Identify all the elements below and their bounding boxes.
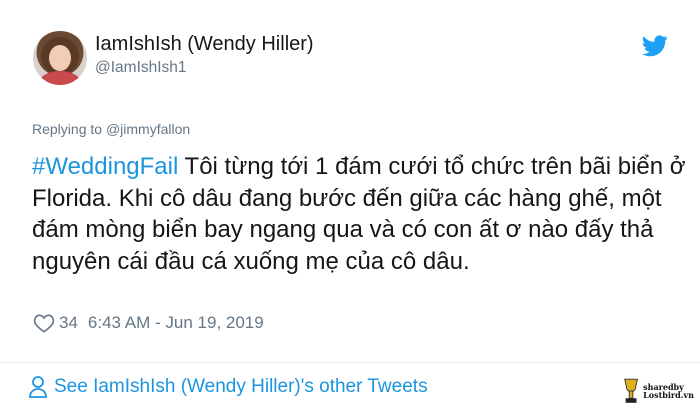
tweet-card: IamIshIsh (Wendy Hiller) @IamIshIsh1 Rep… (0, 0, 700, 412)
avatar-shirt (39, 71, 81, 85)
avatar-face (49, 45, 71, 71)
divider (0, 362, 700, 363)
timestamp[interactable]: 6:43 AM - Jun 19, 2019 (88, 313, 264, 333)
author-display-name[interactable]: IamIshIsh (Wendy Hiller) (95, 33, 314, 56)
tweet-meta: 34 6:43 AM - Jun 19, 2019 (33, 313, 264, 333)
avatar[interactable] (33, 31, 87, 85)
like-count[interactable]: 34 (59, 313, 78, 333)
other-tweets-link[interactable]: See IamIshIsh (Wendy Hiller)'s other Twe… (28, 375, 428, 399)
tweet-text: #WeddingFail Tôi từng tới 1 đám cưới tổ … (32, 151, 692, 277)
reply-to-link[interactable]: @jimmyfallon (106, 121, 190, 137)
person-icon (29, 376, 47, 398)
trophy-icon (624, 378, 638, 403)
watermark-logo: sharedby Lostbird.vn (622, 374, 694, 408)
heart-icon[interactable] (33, 313, 55, 333)
watermark-text: sharedby Lostbird.vn (643, 383, 694, 399)
hashtag-link[interactable]: #WeddingFail (32, 153, 178, 180)
author-handle[interactable]: @IamIshIsh1 (95, 59, 187, 77)
twitter-bird-icon[interactable] (642, 35, 668, 57)
watermark-line2: Lostbird.vn (643, 390, 694, 400)
replying-to: Replying to @jimmyfallon (32, 121, 190, 137)
other-tweets-label[interactable]: See IamIshIsh (Wendy Hiller)'s other Twe… (54, 376, 428, 398)
reply-prefix: Replying to (32, 121, 103, 137)
